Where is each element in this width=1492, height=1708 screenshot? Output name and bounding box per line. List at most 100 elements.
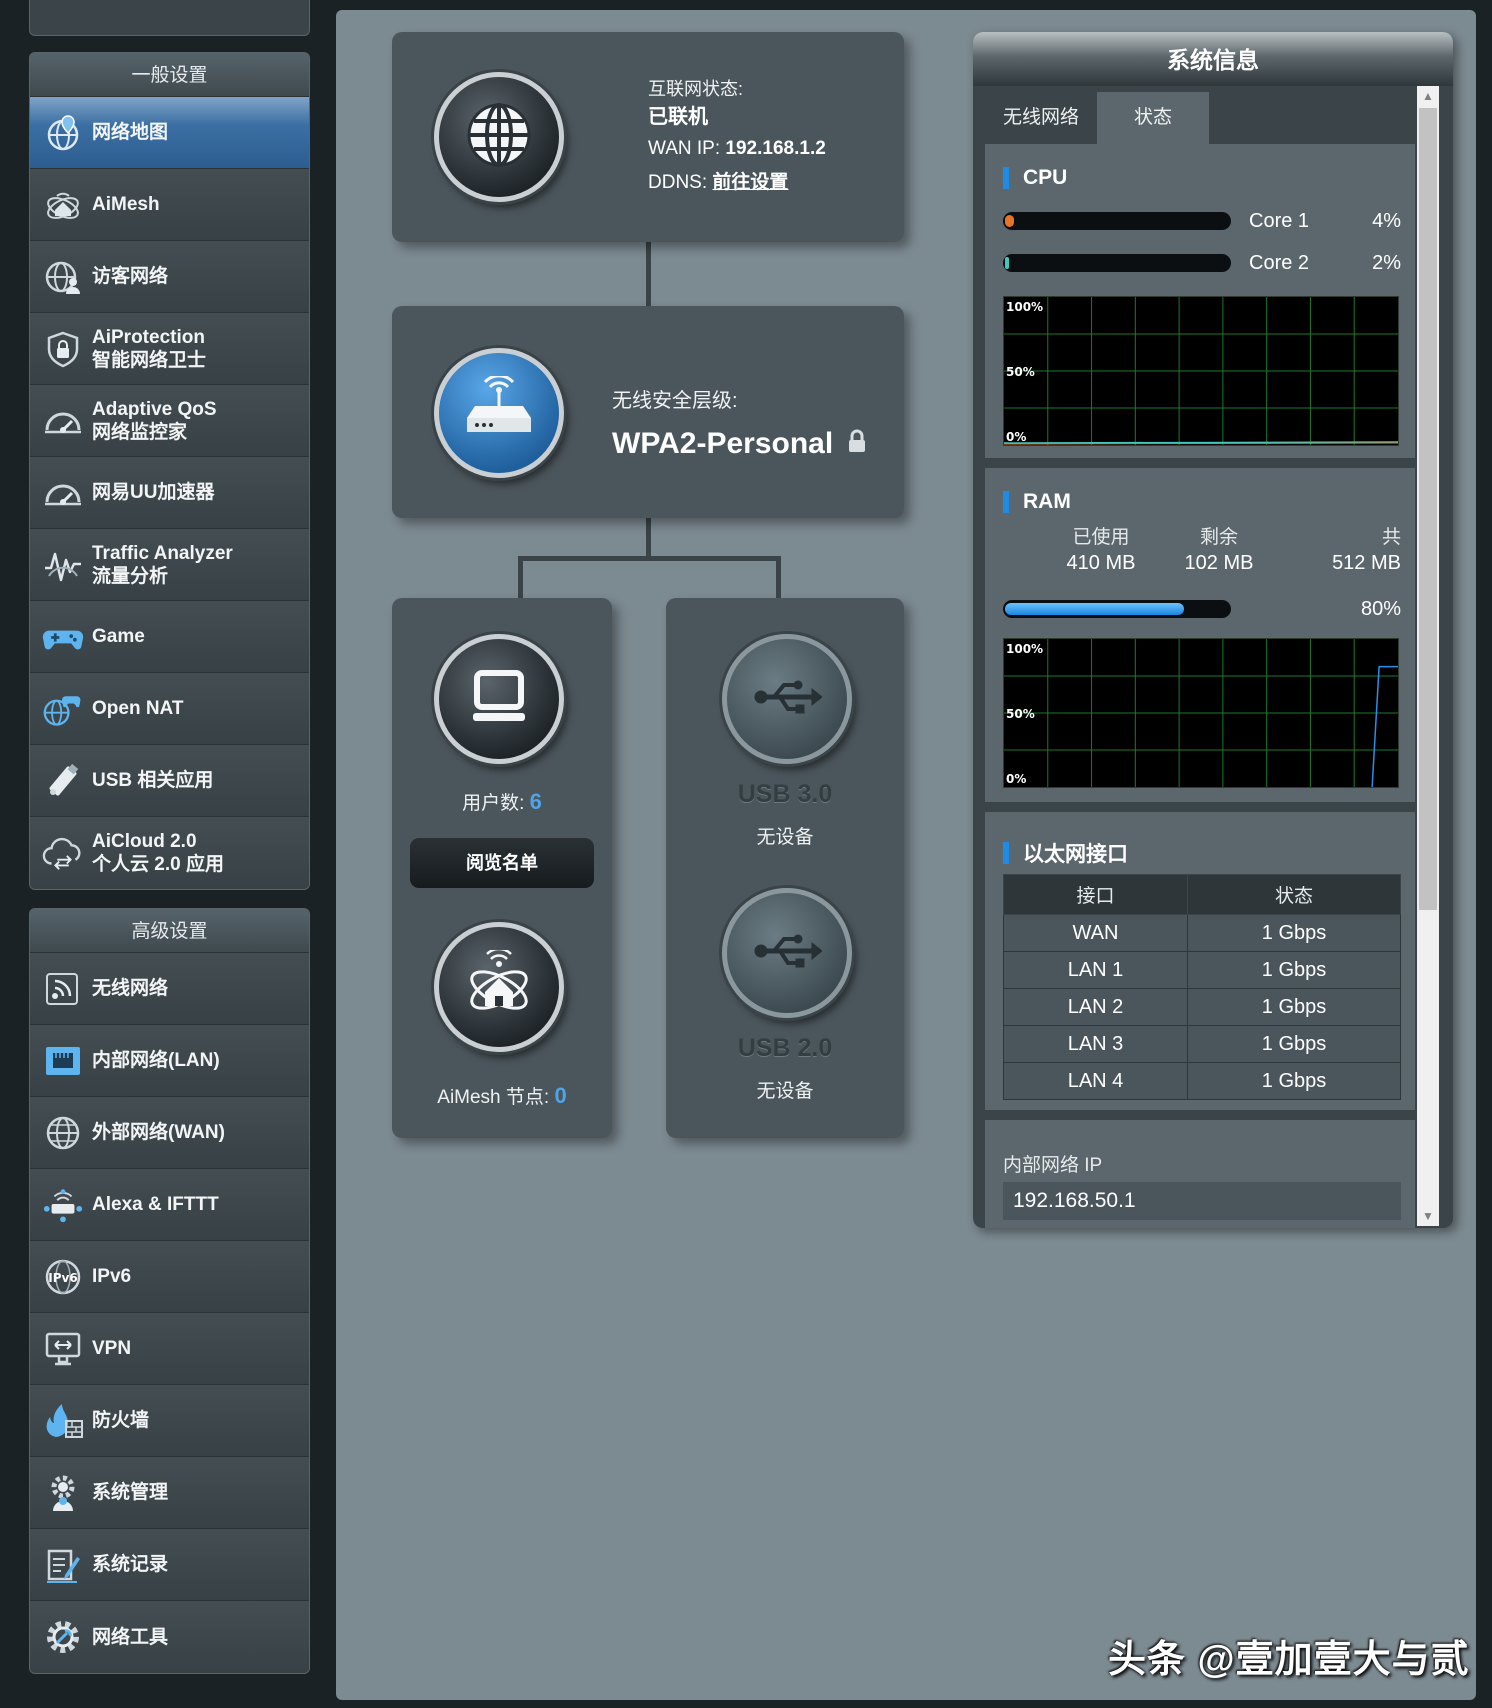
security-level-value: WPA2-Personal xyxy=(612,427,834,460)
heading-accent-bar xyxy=(1003,491,1009,513)
sidebar-item-label: AiMesh xyxy=(92,194,160,215)
sidebar-item-aiprotection[interactable]: AiProtection 智能网络卫士 xyxy=(30,313,309,385)
table-row: LAN 41 Gbps xyxy=(1002,1062,1401,1100)
sidebar-item-vpn[interactable]: VPN xyxy=(30,1313,309,1385)
lock-icon xyxy=(847,427,867,461)
port-status: 1 Gbps xyxy=(1187,914,1401,952)
sidebar-item-wireless[interactable]: 无线网络 xyxy=(30,953,309,1025)
sidebar-item-sublabel: 个人云 2.0 应用 xyxy=(92,854,224,875)
sidebar-item-firewall[interactable]: 防火墙 xyxy=(30,1385,309,1457)
sidebar-item-ipv6[interactable]: IPv6 IPv6 xyxy=(30,1241,309,1313)
system-info-tabs: 无线网络 状态 xyxy=(985,92,1209,144)
aimesh-node-button[interactable] xyxy=(434,922,564,1052)
ddns-label: DDNS: xyxy=(648,172,708,193)
sidebar-item-uu-accelerator[interactable]: 网易UU加速器 xyxy=(30,457,309,529)
system-info-scrollbar[interactable]: ▲ ▼ xyxy=(1417,86,1439,1226)
cpu-core-2-name: Core 2 xyxy=(1249,251,1310,274)
cpu-core-2-bar xyxy=(1003,254,1231,272)
aimesh-node-count: AiMesh 节点: 0 xyxy=(392,1082,612,1109)
sidebar-item-open-nat[interactable]: Open NAT xyxy=(30,673,309,745)
tab-status[interactable]: 状态 xyxy=(1097,92,1209,144)
port-name: LAN 4 xyxy=(1002,1062,1189,1100)
sidebar-item-label: 网络地图 xyxy=(92,122,169,143)
traffic-wave-icon xyxy=(42,544,84,586)
sidebar-item-aicloud[interactable]: AiCloud 2.0 个人云 2.0 应用 xyxy=(30,817,309,889)
sidebar-item-alexa-ifttt[interactable]: Alexa & IFTTT xyxy=(30,1169,309,1241)
cpu-heading: CPU xyxy=(1003,166,1067,190)
wireless-security-info: 无线安全层级: WPA2-Personal xyxy=(612,384,867,461)
view-client-list-button[interactable]: 阅览名单 xyxy=(410,838,594,888)
sidebar-item-network-map[interactable]: 网络地图 xyxy=(30,97,309,169)
scroll-up-arrow-icon[interactable]: ▲ xyxy=(1417,86,1439,106)
usb-icon xyxy=(752,677,823,722)
aimesh-icon xyxy=(42,184,84,226)
cpu-core-1-bar xyxy=(1003,212,1231,230)
cpu-section: CPU Core 1 4% Core 2 2% 100% 50% 0% xyxy=(985,144,1415,458)
usb2-button[interactable] xyxy=(722,888,852,1018)
ram-free-label: 剩余 xyxy=(1199,527,1238,548)
cpu-graph-label-50: 50% xyxy=(1006,365,1035,379)
sidebar-item-system-log[interactable]: 系统记录 xyxy=(30,1529,309,1601)
sidebar-item-label: IPv6 xyxy=(92,1266,132,1287)
internet-globe-button[interactable] xyxy=(434,72,564,202)
sidebar-item-label: VPN xyxy=(92,1338,132,1359)
port-name: LAN 1 xyxy=(1002,951,1189,989)
sidebar-item-usb-applications[interactable]: USB 相关应用 xyxy=(30,745,309,817)
usb3-button[interactable] xyxy=(722,634,852,764)
internet-info: 互联网状态: 已联机 WAN IP: 192.168.1.2 DDNS: 前往设… xyxy=(648,76,826,200)
lan-ip-section: 内部网络 IP 192.168.50.1 xyxy=(985,1120,1415,1228)
internet-status-card: 互联网状态: 已联机 WAN IP: 192.168.1.2 DDNS: 前往设… xyxy=(392,32,904,242)
cpu-core-2-value: 2% xyxy=(1372,251,1401,274)
sidebar-item-label: Adaptive QoS xyxy=(92,398,217,420)
clients-button[interactable] xyxy=(434,634,564,764)
ram-usage-row: 80% xyxy=(1003,594,1401,624)
sidebar-item-label: 无线网络 xyxy=(92,978,169,999)
sidebar-item-label: Open NAT xyxy=(92,698,184,719)
sidebar-item-game[interactable]: Game xyxy=(30,601,309,673)
ram-used-value: 410 MB xyxy=(1066,552,1136,574)
sidebar-item-network-tools[interactable]: 网络工具 xyxy=(30,1601,309,1673)
port-status: 1 Gbps xyxy=(1187,951,1401,989)
cpu-core-2-fill xyxy=(1005,257,1010,269)
sidebar-item-label: AiCloud 2.0 xyxy=(92,831,197,852)
ddns-settings-link[interactable]: 前往设置 xyxy=(712,172,788,193)
ram-usage-percent: 80% xyxy=(1360,597,1401,620)
cpu-graph-label-100: 100% xyxy=(1006,300,1044,314)
lan-ip-label: 内部网络 IP xyxy=(1003,1155,1103,1176)
ram-usage-fill xyxy=(1005,603,1185,615)
sidebar-item-administration[interactable]: 系统管理 xyxy=(30,1457,309,1529)
computer-monitor-icon xyxy=(467,667,531,732)
sidebar-item-traffic-analyzer[interactable]: Traffic Analyzer 流量分析 xyxy=(30,529,309,601)
router-button[interactable] xyxy=(434,348,564,478)
sidebar-item-aimesh[interactable]: AiMesh xyxy=(30,169,309,241)
connector-line xyxy=(518,556,780,561)
gear-tool-icon xyxy=(42,1616,84,1658)
sidebar-item-label: 访客网络 xyxy=(92,266,169,287)
internet-status-value: 已联机 xyxy=(648,106,708,128)
ram-total-label: 共 xyxy=(1381,527,1401,548)
tab-wireless[interactable]: 无线网络 xyxy=(985,92,1097,144)
connector-line xyxy=(646,242,651,306)
router-security-card: 无线安全层级: WPA2-Personal xyxy=(392,306,904,518)
cpu-usage-graph: 100% 50% 0% xyxy=(1003,296,1399,446)
heading-accent-bar xyxy=(1003,842,1009,864)
advanced-settings-group: 高级设置 无线网络 内部网络(LAN) 外部网络(WAN) Alexa & IF… xyxy=(29,908,310,1674)
client-count: 用户数: 6 xyxy=(392,788,612,815)
guest-network-icon xyxy=(42,256,84,298)
scrollbar-thumb[interactable] xyxy=(1419,108,1437,910)
gear-person-icon xyxy=(42,1472,84,1514)
sidebar-item-wan[interactable]: 外部网络(WAN) xyxy=(30,1097,309,1169)
sidebar-item-guest-network[interactable]: 访客网络 xyxy=(30,241,309,313)
table-row: LAN 21 Gbps xyxy=(1002,988,1401,1026)
ethernet-heading-text: 以太网接口 xyxy=(1023,843,1128,866)
sidebar-item-label: AiProtection xyxy=(92,326,205,348)
sidebar-item-lan[interactable]: 内部网络(LAN) xyxy=(30,1025,309,1097)
gamepad-icon xyxy=(42,616,84,658)
table-header-row: 接口 状态 xyxy=(1002,874,1401,915)
scroll-down-arrow-icon[interactable]: ▼ xyxy=(1417,1206,1439,1226)
ram-total: 共 512 MB xyxy=(1301,526,1401,576)
port-status: 1 Gbps xyxy=(1187,988,1401,1026)
sidebar-item-sublabel: 网络监控家 xyxy=(92,421,188,443)
sidebar-item-adaptive-qos[interactable]: Adaptive QoS 网络监控家 xyxy=(30,385,309,457)
svg-text:IPv6: IPv6 xyxy=(48,1271,77,1285)
